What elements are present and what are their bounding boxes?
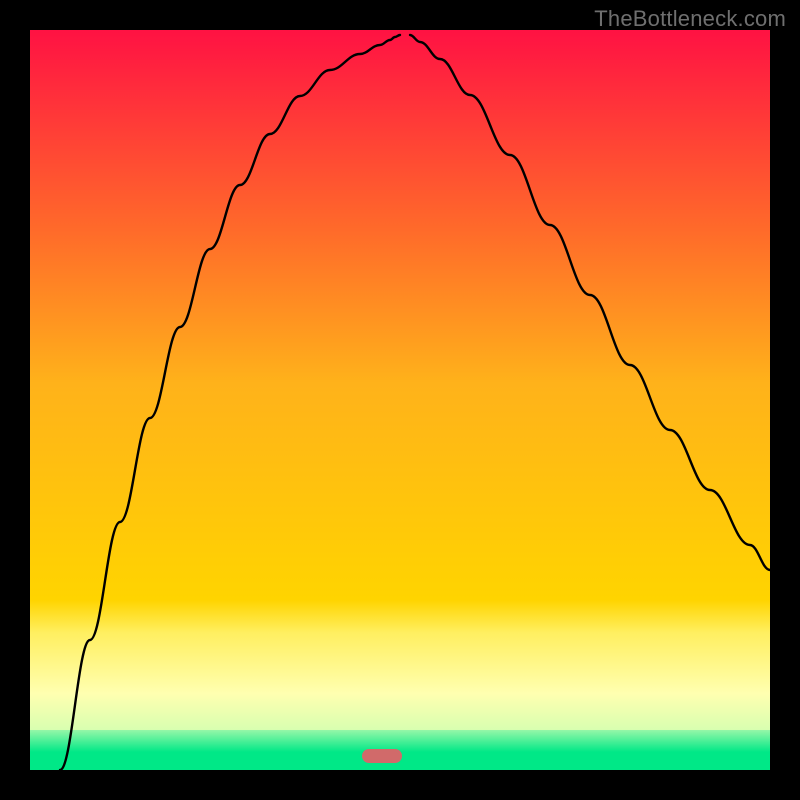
gradient-paleband	[30, 600, 770, 730]
bottleneck-marker	[362, 749, 402, 763]
chart-frame: TheBottleneck.com	[0, 0, 800, 800]
watermark-text: TheBottleneck.com	[594, 6, 786, 32]
gradient-main	[30, 30, 770, 600]
gradient-green	[30, 730, 770, 770]
plot-area	[30, 30, 770, 770]
